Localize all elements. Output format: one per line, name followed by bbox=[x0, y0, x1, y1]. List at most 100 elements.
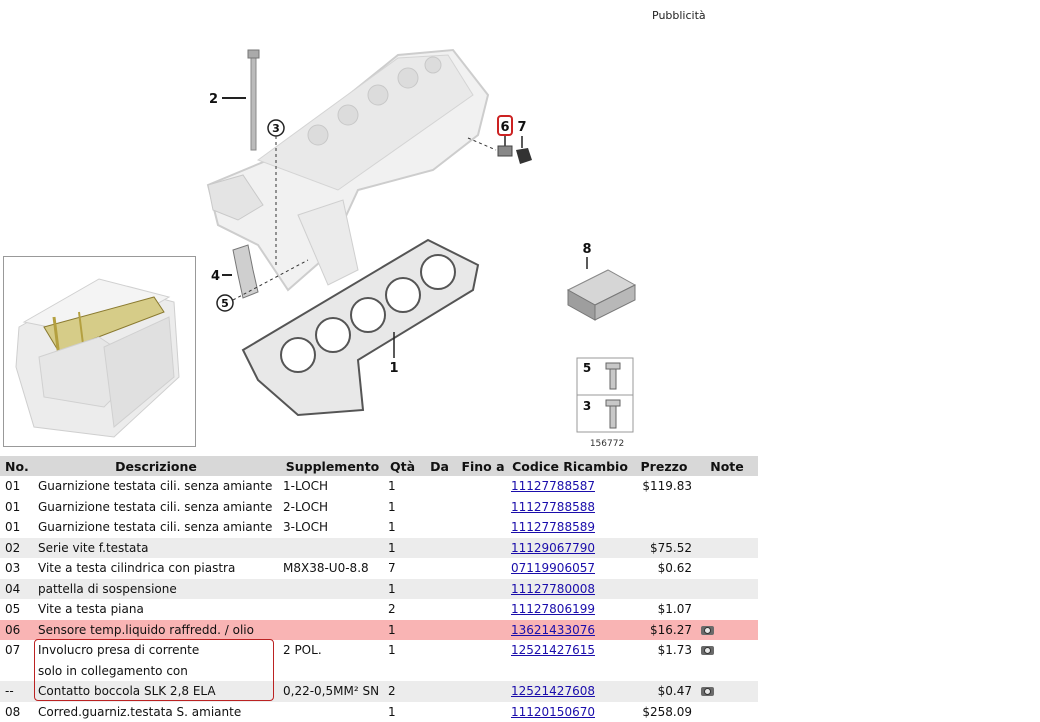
callout-2: 2 bbox=[209, 92, 218, 107]
row-description: Serie vite f.testata bbox=[32, 537, 280, 558]
diagram-image-number: 156772 bbox=[590, 439, 624, 449]
callout-5: 5 bbox=[221, 297, 229, 310]
table-row: 02 Serie vite f.testata 1 11129067790 $7… bbox=[0, 537, 758, 558]
camera-icon[interactable] bbox=[701, 687, 714, 696]
row-price bbox=[632, 578, 696, 599]
row-description: Guarnizione testata cili. senza amiante bbox=[38, 479, 273, 493]
parts-table: No. Descrizione Supplemento Qtà Da Fino … bbox=[0, 456, 758, 722]
table-row: 01 Guarnizione testata cili. senza amian… bbox=[0, 476, 758, 497]
engine-thumbnail-image bbox=[15, 278, 180, 438]
part-number-link[interactable]: 12521427615 bbox=[511, 643, 595, 657]
table-row: 07 Involucro presa di corrente solo in c… bbox=[0, 640, 758, 681]
header-from: Da bbox=[421, 456, 458, 476]
row-price: $258.09 bbox=[642, 704, 692, 719]
row-price: $1.73 bbox=[657, 643, 692, 657]
header-quantity: Qtà bbox=[385, 456, 421, 476]
inset-label-3: 3 bbox=[583, 399, 591, 413]
header-no: No. bbox=[0, 456, 32, 476]
header-part-number: Codice Ricambio bbox=[508, 456, 632, 476]
row-description: Vite a testa cilindrica con piastra bbox=[38, 561, 236, 575]
row-description-line: solo in collegamento con bbox=[38, 663, 188, 678]
part-number-link[interactable]: 11127788588 bbox=[511, 500, 595, 514]
row-supplement: 1-LOCH bbox=[283, 479, 329, 493]
camera-icon[interactable] bbox=[701, 646, 714, 655]
part-number-link[interactable]: 11120150670 bbox=[511, 705, 595, 719]
row-no: -- bbox=[0, 681, 32, 702]
row-quantity: 7 bbox=[388, 561, 396, 575]
row-quantity: 2 bbox=[385, 681, 421, 702]
callout-6: 6 bbox=[500, 120, 509, 135]
part-number-link[interactable]: 13621433076 bbox=[511, 623, 595, 637]
header-notes: Note bbox=[696, 456, 758, 476]
row-price: $0.62 bbox=[657, 561, 692, 575]
row-description: Guarnizione testata cili. senza amiante bbox=[38, 499, 273, 514]
header-until: Fino a bbox=[458, 456, 508, 476]
table-header-row: No. Descrizione Supplemento Qtà Da Fino … bbox=[0, 456, 758, 476]
part-number-link[interactable]: 11127788587 bbox=[511, 479, 595, 493]
row-price: $119.83 bbox=[642, 479, 692, 493]
row-price: $1.07 bbox=[657, 602, 692, 616]
row-quantity: 2 bbox=[388, 602, 396, 616]
table-row: 03 Vite a testa cilindrica con piastra M… bbox=[0, 558, 758, 579]
table-row-highlighted: 06 Sensore temp.liquido raffredd. / olio… bbox=[0, 619, 758, 640]
header-description: Descrizione bbox=[32, 456, 280, 476]
row-no: 07 bbox=[5, 643, 21, 657]
table-row: 08 Corred.guarniz.testata S. amiante 1 1… bbox=[0, 702, 758, 722]
row-quantity: 1 bbox=[388, 520, 396, 534]
camera-icon[interactable] bbox=[701, 625, 714, 635]
row-supplement: 3-LOCH bbox=[283, 520, 329, 534]
callout-8: 8 bbox=[582, 242, 591, 257]
row-no: 03 bbox=[5, 561, 21, 575]
row-description-line: Involucro presa di corrente bbox=[38, 643, 200, 657]
row-supplement bbox=[280, 537, 385, 558]
row-price bbox=[632, 497, 696, 518]
row-no: 08 bbox=[5, 704, 21, 719]
part-number-link[interactable]: 07119906057 bbox=[511, 561, 595, 575]
part-number-link[interactable]: 11127788589 bbox=[511, 520, 595, 534]
row-no: 06 bbox=[0, 619, 32, 640]
row-supplement bbox=[280, 619, 385, 640]
row-supplement: 0,22-0,5MM² SN bbox=[280, 681, 385, 702]
engine-overview-thumbnail[interactable] bbox=[3, 256, 196, 447]
row-description: Corred.guarniz.testata S. amiante bbox=[38, 704, 242, 719]
row-description: Guarnizione testata cili. senza amiante bbox=[38, 520, 273, 534]
part-number-link[interactable]: 11129067790 bbox=[511, 541, 595, 555]
row-quantity: 1 bbox=[385, 619, 421, 640]
row-no: 05 bbox=[5, 602, 21, 616]
header-supplement: Supplemento bbox=[280, 456, 385, 476]
part-number-link[interactable]: 12521427608 bbox=[511, 684, 595, 698]
row-no: 01 bbox=[5, 520, 21, 534]
callout-4: 4 bbox=[211, 269, 220, 284]
row-price: $16.27 bbox=[632, 619, 696, 640]
row-quantity: 1 bbox=[388, 479, 396, 493]
table-row: 04 pattella di sospensione 1 11127780008 bbox=[0, 578, 758, 599]
row-no: 01 bbox=[5, 479, 21, 493]
callout-1: 1 bbox=[389, 361, 398, 376]
part-number-link[interactable]: 11127780008 bbox=[511, 582, 595, 596]
row-quantity: 1 bbox=[385, 537, 421, 558]
row-supplement bbox=[280, 702, 385, 722]
part-number-link[interactable]: 11127806199 bbox=[511, 602, 595, 616]
row-quantity: 1 bbox=[388, 643, 396, 657]
advertising-label: Pubblicità bbox=[652, 9, 706, 22]
row-description: pattella di sospensione bbox=[32, 578, 280, 599]
row-quantity: 1 bbox=[385, 578, 421, 599]
row-price bbox=[632, 517, 696, 538]
row-supplement: M8X38-U0-8.8 bbox=[283, 561, 369, 575]
row-quantity: 1 bbox=[388, 499, 396, 514]
callout-7: 7 bbox=[517, 120, 526, 135]
table-row: -- Contatto boccola SLK 2,8 ELA 0,22-0,5… bbox=[0, 681, 758, 702]
row-supplement: 2-LOCH bbox=[283, 499, 329, 514]
row-description: Contatto boccola SLK 2,8 ELA bbox=[32, 681, 280, 702]
row-description: Vite a testa piana bbox=[38, 602, 144, 616]
table-row: 05 Vite a testa piana 2 11127806199 $1.0… bbox=[0, 599, 758, 620]
table-row: 01 Guarnizione testata cili. senza amian… bbox=[0, 517, 758, 538]
row-no: 02 bbox=[0, 537, 32, 558]
header-price: Prezzo bbox=[632, 456, 696, 476]
row-supplement bbox=[280, 599, 385, 620]
row-supplement: 2 POL. bbox=[283, 643, 322, 657]
table-row: 01 Guarnizione testata cili. senza amian… bbox=[0, 497, 758, 518]
row-price: $0.47 bbox=[632, 681, 696, 702]
row-no: 01 bbox=[5, 499, 21, 514]
callout-3: 3 bbox=[272, 122, 280, 135]
